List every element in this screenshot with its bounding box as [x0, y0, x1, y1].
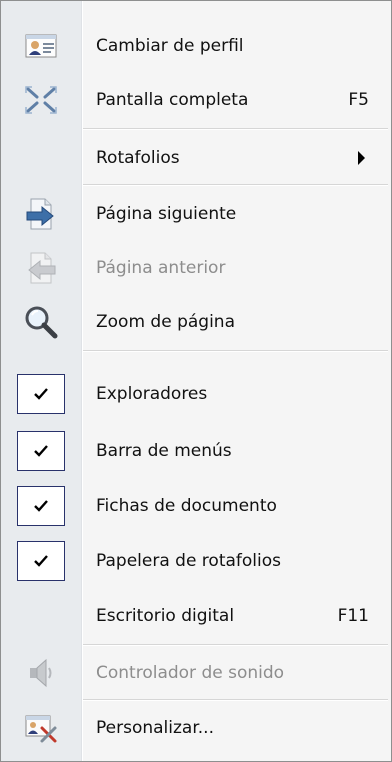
- menu-item-label: Escritorio digital: [96, 606, 235, 626]
- menu-item-label: Zoom de página: [96, 312, 235, 332]
- next-page-icon: [25, 197, 57, 231]
- menu-item-menu-bar[interactable]: Barra de menús: [1, 426, 391, 476]
- menu-separator: [83, 128, 388, 130]
- menu-item-label: Página anterior: [96, 258, 226, 278]
- menu-item-label: Exploradores: [96, 384, 208, 404]
- magnifier-icon: [24, 305, 58, 339]
- previous-page-icon: [25, 251, 57, 285]
- checkmark-box: [17, 374, 65, 414]
- menu-item-label: Barra de menús: [96, 441, 232, 461]
- menu-item-label: Cambiar de perfil: [96, 36, 244, 56]
- shortcut-label: F11: [337, 606, 369, 626]
- menu-item-explorers[interactable]: Exploradores: [1, 369, 391, 419]
- checkmark-box: [17, 541, 65, 581]
- customize-icon: [24, 712, 58, 744]
- menu-item-label: Pantalla completa: [96, 90, 249, 110]
- menu-item-flipchart-bin[interactable]: Papelera de rotafolios: [1, 536, 391, 586]
- speaker-icon: [24, 657, 58, 689]
- menu-item-label: Papelera de rotafolios: [96, 551, 281, 571]
- menu-item-flipcharts[interactable]: Rotafolios: [1, 133, 391, 183]
- submenu-arrow-icon: [358, 151, 365, 165]
- check-icon: [34, 500, 48, 512]
- menu-item-label: Fichas de documento: [96, 496, 277, 516]
- shortcut-label: F5: [348, 90, 369, 110]
- menu-item-customize[interactable]: Personalizar...: [1, 703, 391, 753]
- check-icon: [34, 388, 48, 400]
- profile-card-icon: [25, 32, 57, 60]
- menu-item-document-tabs[interactable]: Fichas de documento: [1, 481, 391, 531]
- menu-item-fullscreen[interactable]: Pantalla completa F5: [1, 75, 391, 125]
- menu-item-label: Controlador de sonido: [96, 663, 285, 683]
- check-icon: [34, 445, 48, 457]
- checkmark-box: [17, 431, 65, 471]
- menu-separator: [83, 350, 388, 352]
- checkmark-box: [17, 486, 65, 526]
- menu-separator: [83, 699, 388, 701]
- menu-item-label: Rotafolios: [96, 148, 180, 168]
- menu-item-label: Página siguiente: [96, 204, 237, 224]
- menu-item-change-profile[interactable]: Cambiar de perfil: [1, 21, 391, 71]
- menu-separator: [83, 644, 388, 646]
- check-icon: [34, 555, 48, 567]
- menu-item-page-zoom[interactable]: Zoom de página: [1, 297, 391, 347]
- menu-item-digital-desktop[interactable]: Escritorio digital F11: [1, 591, 391, 641]
- menu-item-next-page[interactable]: Página siguiente: [1, 189, 391, 239]
- menu-separator: [83, 184, 388, 186]
- fullscreen-icon: [24, 85, 58, 115]
- menu-item-label: Personalizar...: [96, 718, 214, 738]
- menu-item-previous-page[interactable]: Página anterior: [1, 243, 391, 293]
- menu-item-sound-controller[interactable]: Controlador de sonido: [1, 648, 391, 698]
- context-menu: Cambiar de perfil Pantalla completa F5 R…: [0, 0, 392, 762]
